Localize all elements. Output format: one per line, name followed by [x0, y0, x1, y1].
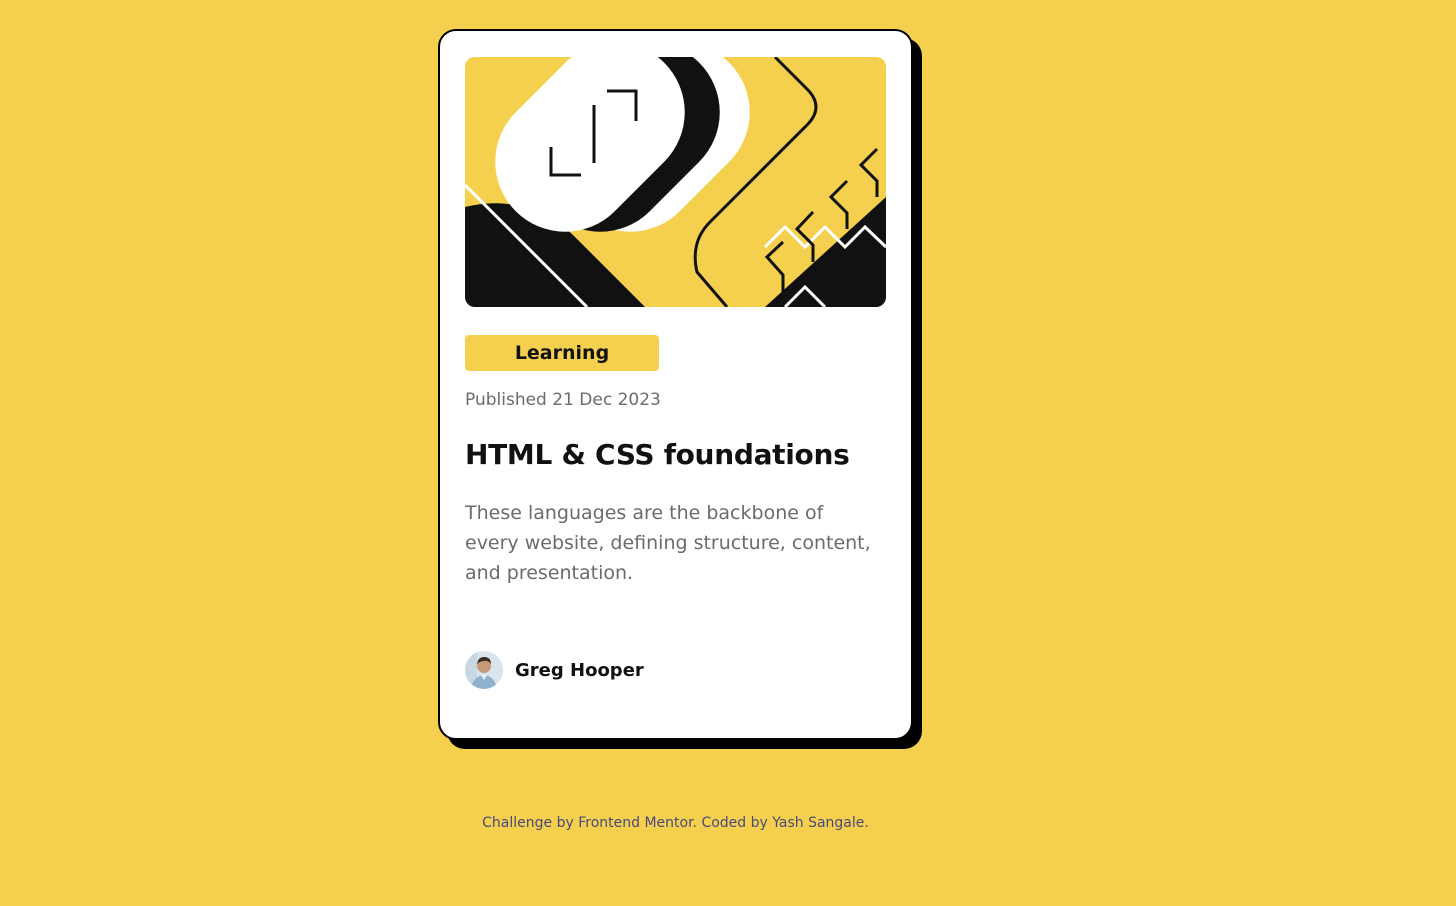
- card-title[interactable]: HTML & CSS foundations: [465, 435, 850, 475]
- category-tag: Learning: [465, 335, 659, 371]
- blog-preview-card: Learning Published 21 Dec 2023 HTML & CS…: [438, 29, 913, 740]
- abstract-illustration-icon: [465, 57, 886, 307]
- published-date: Published 21 Dec 2023: [465, 390, 661, 410]
- person-avatar-icon: [465, 651, 503, 689]
- attribution-footer: Challenge by Frontend Mentor. Coded by Y…: [482, 815, 869, 831]
- card-description: These languages are the backbone of ever…: [465, 502, 871, 584]
- author: Greg Hooper: [465, 651, 644, 689]
- hero-illustration: [465, 57, 886, 307]
- author-name: Greg Hooper: [515, 659, 644, 681]
